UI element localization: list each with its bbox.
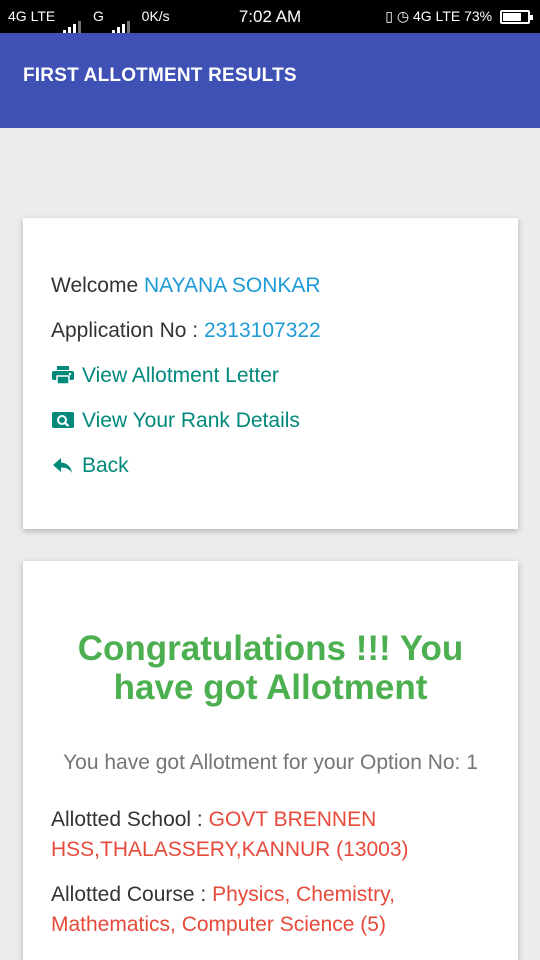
network-type-label-3: 4G LTE (412, 8, 461, 24)
status-right: ▯ ◷ 4G LTE 73% (385, 0, 533, 33)
vibrate-icon: ▯ (385, 8, 393, 24)
congratulations-line-1: Congratulations !!! You (77, 629, 464, 668)
welcome-label: Welcome (51, 274, 139, 297)
allotment-result-card: Congratulations !!! You have got Allotme… (23, 561, 518, 960)
applicant-info-card: Welcome NAYANA SONKAR Application No : 2… (23, 218, 518, 529)
welcome-line: Welcome NAYANA SONKAR (51, 274, 321, 298)
allotted-school: Allotted School : GOVT BRENNEN HSS,THALA… (51, 805, 491, 865)
allotted-course: Allotted Course : Physics, Chemistry, Ma… (51, 880, 491, 940)
application-label: Application No : (51, 319, 199, 342)
allotted-school-label: Allotted School : (51, 808, 203, 831)
print-icon (52, 366, 74, 385)
congratulations-heading: Congratulations !!! You have got Allotme… (23, 629, 518, 707)
reply-icon (53, 458, 72, 473)
battery-percent: 73% (464, 8, 493, 24)
alarm-icon: ◷ (396, 8, 410, 24)
view-rank-details-label: View Your Rank Details (82, 409, 300, 432)
battery-fill (503, 13, 521, 22)
back-link[interactable]: Back (51, 454, 129, 478)
applicant-name: NAYANA SONKAR (143, 274, 321, 297)
allotted-course-label: Allotted Course : (51, 883, 207, 906)
status-bar: 4G LTE G 0K/s 7:02 AM ▯ ◷ 4G LTE 73% (0, 0, 540, 34)
search-icon (52, 412, 74, 428)
application-number: 2313107322 (203, 319, 321, 342)
view-allotment-letter-label: View Allotment Letter (82, 364, 279, 387)
page-title: FIRST ALLOTMENT RESULTS (23, 65, 297, 86)
congratulations-line-2: have got Allotment (113, 668, 428, 707)
view-allotment-letter-link[interactable]: View Allotment Letter (51, 364, 279, 388)
view-rank-details-link[interactable]: View Your Rank Details (51, 409, 300, 433)
battery-icon (500, 10, 533, 25)
option-number-text: You have got Allotment for your Option N… (63, 751, 478, 774)
application-line: Application No : 2313107322 (51, 319, 321, 343)
back-label: Back (82, 454, 129, 477)
app-bar: FIRST ALLOTMENT RESULTS (0, 33, 540, 128)
